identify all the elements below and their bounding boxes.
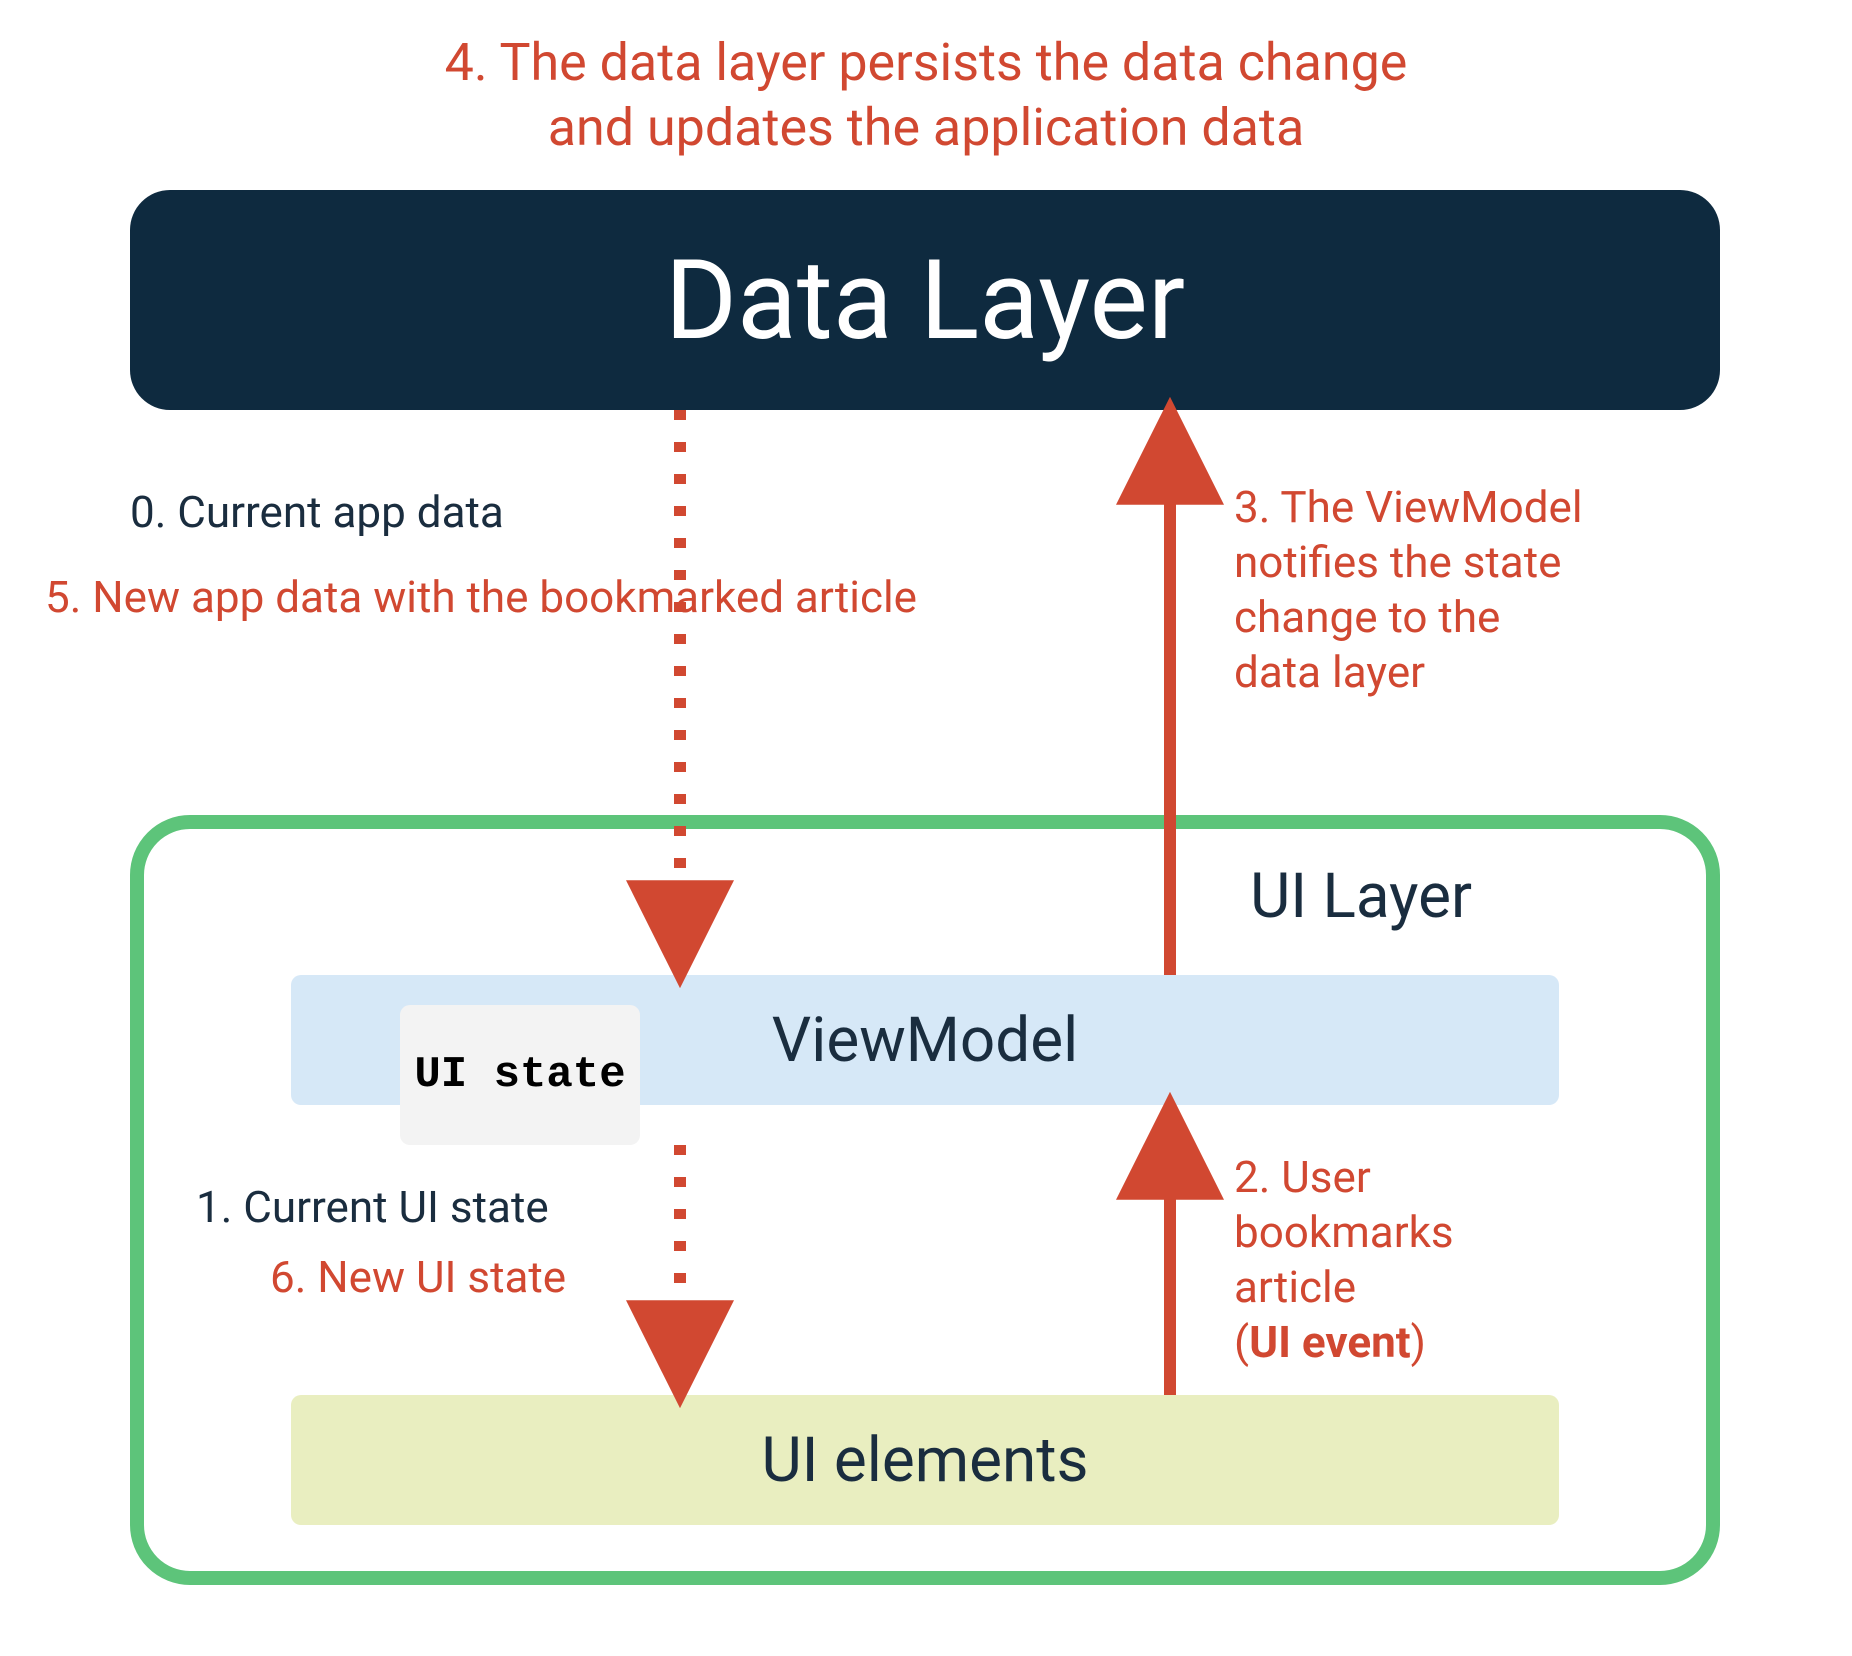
annot-step2-l4b: UI event — [1249, 1316, 1411, 1368]
annot-step3: 3. The ViewModel notifies the state chan… — [1234, 480, 1754, 700]
ui-state-label: UI state — [414, 1049, 625, 1102]
caption-step4: 4. The data layer persists the data chan… — [0, 30, 1852, 160]
ui-elements-box: UI elements — [291, 1395, 1559, 1525]
annot-step2-l1: 2. User — [1234, 1151, 1371, 1203]
caption-step4-line2: and updates the application data — [548, 97, 1304, 158]
data-layer-box: Data Layer — [130, 190, 1720, 410]
annot-step3-l1: 3. The ViewModel — [1234, 481, 1583, 533]
annot-step2-l4a: ( — [1234, 1316, 1249, 1368]
annot-step5: 5. New app data with the bookmarked arti… — [45, 570, 917, 625]
diagram-canvas: 4. The data layer persists the data chan… — [0, 0, 1852, 1656]
ui-layer-label: UI Layer — [1250, 860, 1472, 933]
annot-step3-l2: notifies the state — [1234, 536, 1561, 588]
annot-step2-l4c: ) — [1411, 1316, 1426, 1368]
ui-elements-label: UI elements — [761, 1424, 1088, 1497]
data-layer-label: Data Layer — [665, 236, 1185, 365]
annot-step3-l4: data layer — [1234, 646, 1425, 698]
annot-step0: 0. Current app data — [130, 485, 504, 540]
ui-state-box: UI state — [400, 1005, 640, 1145]
viewmodel-label: ViewModel — [772, 1004, 1078, 1077]
annot-step2-l3: article — [1234, 1261, 1356, 1313]
annot-step5-text: 5. New app data with the bookmarked arti… — [45, 571, 917, 623]
annot-step3-l3: change to the — [1234, 591, 1500, 643]
annot-step1: 1. Current UI state — [196, 1180, 549, 1235]
annot-step2: 2. User bookmarks article (UI event) — [1234, 1150, 1674, 1370]
annot-step6: 6. New UI state — [270, 1250, 566, 1305]
annot-step2-l2: bookmarks — [1234, 1206, 1454, 1258]
caption-step4-line1: 4. The data layer persists the data chan… — [445, 32, 1408, 93]
